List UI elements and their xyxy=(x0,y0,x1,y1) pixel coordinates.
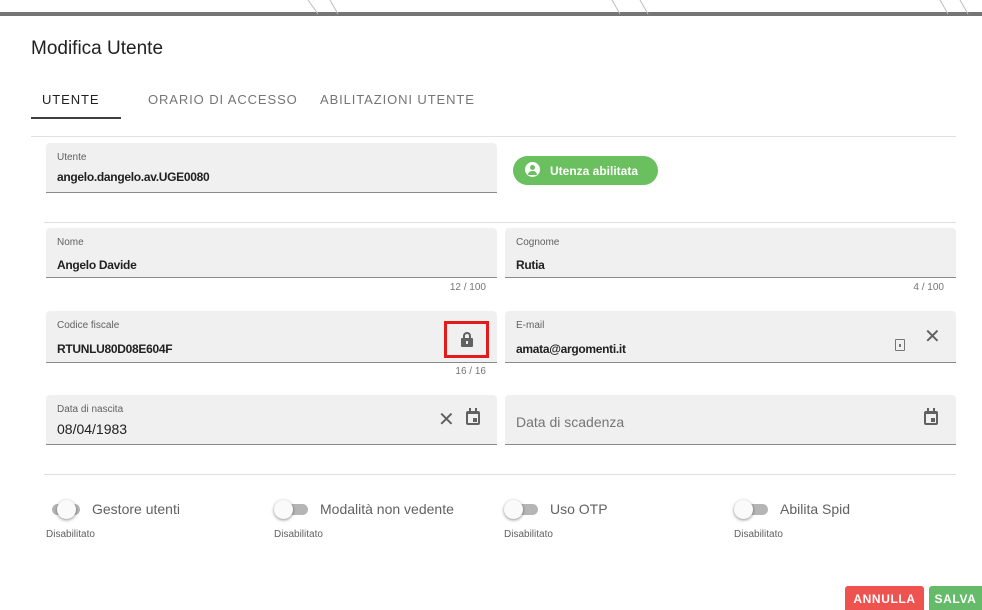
toggle-thumb xyxy=(57,500,76,519)
email-field[interactable]: E-mail amata@argomenti.it xyxy=(505,311,956,363)
nome-counter: 12 / 100 xyxy=(449,282,486,293)
toggle-status: Disabilitato xyxy=(274,529,323,540)
email-label: E-mail xyxy=(516,320,545,331)
cancel-button-label: ANNULLA xyxy=(853,592,916,606)
cancel-button[interactable]: ANNULLA xyxy=(845,586,924,610)
toggle-thumb xyxy=(274,500,293,519)
email-value: amata@argomenti.it xyxy=(516,342,626,356)
data-nascita-field[interactable]: Data di nascita 08/04/1983 xyxy=(46,395,497,445)
section-divider xyxy=(44,474,956,475)
toggle-label: Modalità non vedente xyxy=(320,501,454,517)
tab-orario-di-accesso[interactable]: ORARIO DI ACCESSO xyxy=(148,92,298,107)
codice-fiscale-value: RTUNLU80D08E604F xyxy=(57,342,173,356)
toggle-label: Abilita Spid xyxy=(780,501,851,517)
top-panel-edge xyxy=(0,0,982,16)
utente-field[interactable]: Utente angelo.dangelo.av.UGE0080 xyxy=(46,143,497,193)
utente-value: angelo.dangelo.av.UGE0080 xyxy=(57,170,210,184)
cognome-field[interactable]: Cognome Rutia xyxy=(505,228,956,278)
status-badge-label: Utenza abilitata xyxy=(550,164,639,178)
lock-highlight[interactable] xyxy=(444,321,489,358)
clear-email-icon[interactable]: ✕ xyxy=(924,327,941,347)
dialog-title: Modifica Utente xyxy=(31,38,164,59)
data-scadenza-field[interactable]: Data di scadenza xyxy=(505,395,956,445)
tab-utente[interactable]: UTENTE xyxy=(42,92,99,107)
data-nascita-label: Data di nascita xyxy=(57,404,124,415)
nome-label: Nome xyxy=(57,237,84,248)
account-circle-icon xyxy=(525,162,540,177)
cognome-label: Cognome xyxy=(516,237,560,248)
codice-fiscale-counter: 16 / 16 xyxy=(455,366,486,377)
toggle-label: Uso OTP xyxy=(550,501,608,517)
status-badge: Utenza abilitata xyxy=(513,156,658,185)
codice-fiscale-field[interactable]: Codice fiscale RTUNLU80D08E604F xyxy=(46,311,497,363)
toggle-status: Disabilitato xyxy=(734,529,783,540)
save-button[interactable]: SALVA xyxy=(929,586,982,610)
calendar-icon[interactable] xyxy=(466,408,480,425)
nome-value: Angelo Davide xyxy=(57,258,137,272)
lock-icon[interactable] xyxy=(461,332,473,347)
calendar-icon[interactable] xyxy=(924,408,938,425)
tab-abilitazioni-utente[interactable]: ABILITAZIONI UTENTE xyxy=(320,92,475,107)
utente-label: Utente xyxy=(57,152,87,163)
toggle-thumb xyxy=(504,500,523,519)
toggle-status: Disabilitato xyxy=(46,529,95,540)
data-scadenza-placeholder: Data di scadenza xyxy=(516,414,625,430)
nome-field[interactable]: Nome Angelo Davide xyxy=(46,228,497,278)
save-button-label: SALVA xyxy=(934,592,977,606)
cognome-value: Rutia xyxy=(516,258,545,272)
section-divider xyxy=(44,222,956,223)
toggle-status: Disabilitato xyxy=(504,529,553,540)
toggle-label: Gestore utenti xyxy=(92,501,180,517)
data-nascita-value: 08/04/1983 xyxy=(57,421,128,437)
tabs-divider xyxy=(31,136,956,137)
toggle-thumb xyxy=(734,500,753,519)
autofill-icon[interactable] xyxy=(895,339,905,351)
cognome-counter: 4 / 100 xyxy=(913,282,944,293)
clear-date-icon[interactable]: ✕ xyxy=(438,410,455,430)
active-tab-indicator xyxy=(31,117,121,119)
codice-fiscale-label: Codice fiscale xyxy=(57,320,120,331)
